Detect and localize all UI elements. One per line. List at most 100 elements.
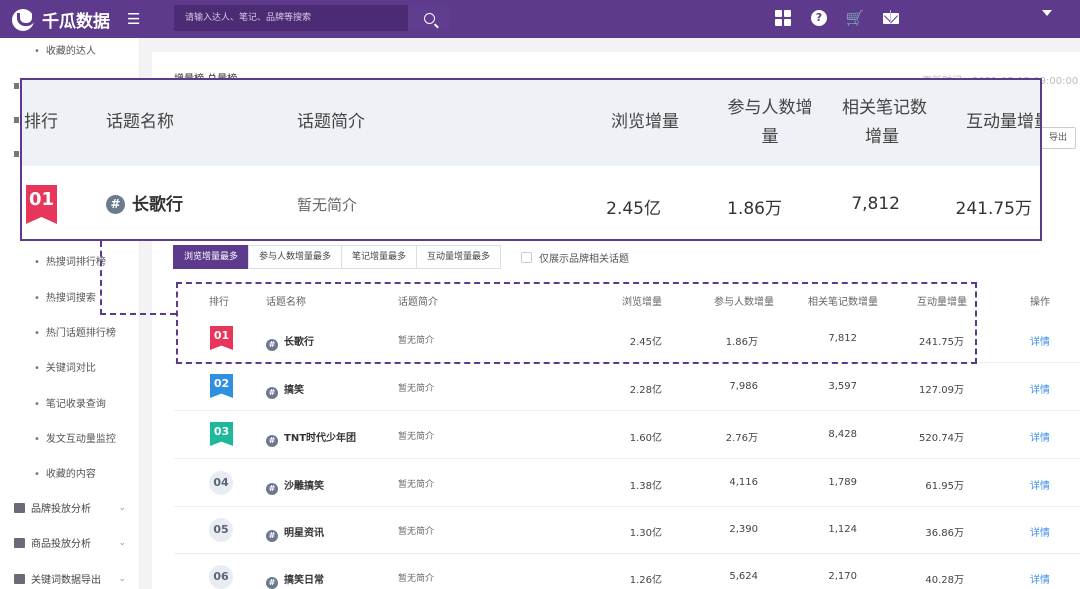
topic-name[interactable]: # 搞笑日常: [266, 571, 324, 589]
zoom-notes: 7,812: [851, 194, 900, 214]
zoom-topic-name: # 长歌行: [106, 190, 183, 215]
chevron-down-icon: ⌄: [118, 502, 126, 513]
participants-value: 4,116: [729, 477, 758, 488]
search-button[interactable]: [408, 5, 450, 31]
connector-line: [100, 313, 176, 315]
interactions-value: 520.74万: [919, 433, 964, 444]
table-row: 06 # 搞笑日常 暂无简介 1.26亿 5,624 2,170 40.28万 详…: [174, 554, 1080, 589]
col-action: 操作: [1030, 297, 1050, 308]
topic-intro: 暂无简介: [398, 384, 435, 394]
apps-grid-icon[interactable]: [774, 9, 792, 27]
brand-only-checkbox[interactable]: [521, 252, 532, 263]
divider: [890, 10, 891, 24]
menu-toggle-icon[interactable]: ☰: [127, 10, 140, 28]
topic-intro: 暂无简介: [398, 527, 435, 537]
hashtag-icon: #: [266, 483, 278, 495]
detail-link[interactable]: 详情: [1030, 333, 1050, 348]
help-icon[interactable]: ?: [810, 9, 828, 27]
sidebar-group-icon: [14, 117, 19, 123]
topic-intro: 暂无简介: [398, 574, 435, 584]
brand-only-toggle[interactable]: 仅展示品牌相关话题: [521, 250, 629, 265]
table-row: 04 # 沙雕搞笑 暂无简介 1.38亿 4,116 1,789 61.95万 详…: [174, 460, 1080, 507]
zoom-col-interactions: 互动量增量: [966, 112, 1040, 132]
sidebar-group-product[interactable]: 商品投放分析 ⌄: [14, 535, 126, 550]
chevron-down-icon: ⌄: [118, 537, 126, 548]
sidebar-item-hot-search-rank[interactable]: 热搜词排行榜: [34, 253, 106, 268]
sidebar-group-keyword-export[interactable]: 关键词数据导出 ⌄: [14, 571, 126, 586]
rank-badge: 05: [209, 518, 233, 542]
table-row: 02 # 搞笑 暂无简介 2.28亿 7,986 3,597 127.09万 详情: [174, 364, 1080, 411]
zoom-col-topic-name: 话题名称: [106, 112, 174, 132]
notes-value: 2,170: [828, 571, 857, 582]
mail-icon[interactable]: [882, 9, 900, 27]
sidebar-item-interaction-monitor[interactable]: 发文互动量监控: [34, 430, 116, 445]
views-value: 1.38亿: [629, 481, 662, 492]
connector-line: [100, 241, 102, 315]
topic-name[interactable]: # TNT时代少年团: [266, 429, 356, 447]
cart-icon[interactable]: 🛒: [846, 9, 865, 27]
search-input[interactable]: [174, 5, 408, 31]
app-name: 千瓜数据: [42, 12, 110, 32]
filter-participants[interactable]: 参与人数增量最多: [248, 245, 343, 269]
user-dropdown-icon[interactable]: [1042, 10, 1052, 16]
rank-badge: 02: [210, 374, 233, 398]
detail-link[interactable]: 详情: [1030, 381, 1050, 396]
notes-value: 1,124: [828, 524, 857, 535]
participants-value: 5,624: [729, 571, 758, 582]
interactions-value: 40.28万: [925, 575, 964, 586]
filter-interactions[interactable]: 互动量增量最多: [416, 245, 502, 269]
top-icons: ? 🛒: [774, 9, 900, 27]
participants-value: 2.76万: [725, 433, 758, 444]
sidebar-item-hot-topic-rank[interactable]: 热门话题排行榜: [34, 324, 116, 339]
sidebar-group-icon: [14, 83, 19, 89]
chevron-down-icon: ⌄: [118, 573, 126, 584]
detail-link[interactable]: 详情: [1030, 429, 1050, 444]
zoom-col-notes: 相关笔记数 增量: [842, 98, 927, 147]
topic-name[interactable]: # 沙雕搞笑: [266, 477, 324, 495]
topic-name[interactable]: # 搞笑: [266, 381, 304, 399]
logo-icon: [12, 8, 35, 31]
hashtag-icon: #: [266, 577, 278, 589]
zoom-col-views: 浏览增量: [611, 112, 679, 132]
hashtag-icon: #: [266, 530, 278, 542]
filter-notes[interactable]: 笔记增量最多: [341, 245, 418, 269]
highlight-box: [176, 282, 977, 364]
search-box: [174, 5, 450, 31]
detail-link[interactable]: 详情: [1030, 571, 1050, 586]
zoom-col-participants: 参与人数增量: [727, 98, 813, 147]
sidebar-item-note-query[interactable]: 笔记收录查询: [34, 395, 106, 410]
sidebar-item-hot-search[interactable]: 热搜词搜索: [34, 289, 96, 304]
zoom-header: 排行 话题名称 话题简介 浏览增量 参与人数增量 相关笔记数增量 互动量增量: [22, 80, 1040, 166]
sidebar-item-favorite-content[interactable]: 收藏的内容: [34, 465, 96, 480]
interactions-value: 36.86万: [925, 528, 964, 539]
sidebar-group-brand[interactable]: 品牌投放分析 ⌄: [14, 500, 126, 515]
detail-link[interactable]: 详情: [1030, 477, 1050, 492]
bar-chart-icon: [14, 502, 25, 513]
zoom-interactions: 241.75万: [955, 199, 1032, 219]
views-value: 1.30亿: [629, 528, 662, 539]
sidebar-item-favorite-creators[interactable]: 收藏的达人: [34, 42, 96, 57]
topic-name[interactable]: # 明星资讯: [266, 524, 324, 542]
search-icon: [423, 12, 435, 24]
export-icon: [14, 573, 25, 584]
rank-badge: 01: [26, 185, 57, 224]
rank-badge: 04: [209, 471, 233, 495]
zoom-col-rank: 排行: [24, 112, 58, 132]
detail-link[interactable]: 详情: [1030, 524, 1050, 539]
product-icon: [14, 537, 25, 548]
interactions-value: 61.95万: [925, 481, 964, 492]
export-button[interactable]: 导出: [1040, 127, 1076, 149]
notes-value: 3,597: [828, 381, 857, 392]
hashtag-icon: #: [106, 195, 125, 214]
zoom-callout: 排行 话题名称 话题简介 浏览增量 参与人数增量 相关笔记数增量 互动量增量 0…: [20, 78, 1042, 241]
logo[interactable]: 千瓜数据: [12, 7, 110, 32]
zoom-topic-intro: 暂无简介: [297, 196, 358, 214]
filter-views[interactable]: 浏览增量最多: [173, 245, 250, 269]
topic-intro: 暂无简介: [398, 480, 435, 490]
rank-badge: 03: [210, 422, 233, 446]
sidebar-item-keyword-compare[interactable]: 关键词对比: [34, 359, 96, 374]
views-value: 1.26亿: [629, 575, 662, 586]
views-value: 2.28亿: [629, 385, 662, 396]
notes-value: 8,428: [828, 429, 857, 440]
rank-badge: 06: [209, 565, 233, 589]
